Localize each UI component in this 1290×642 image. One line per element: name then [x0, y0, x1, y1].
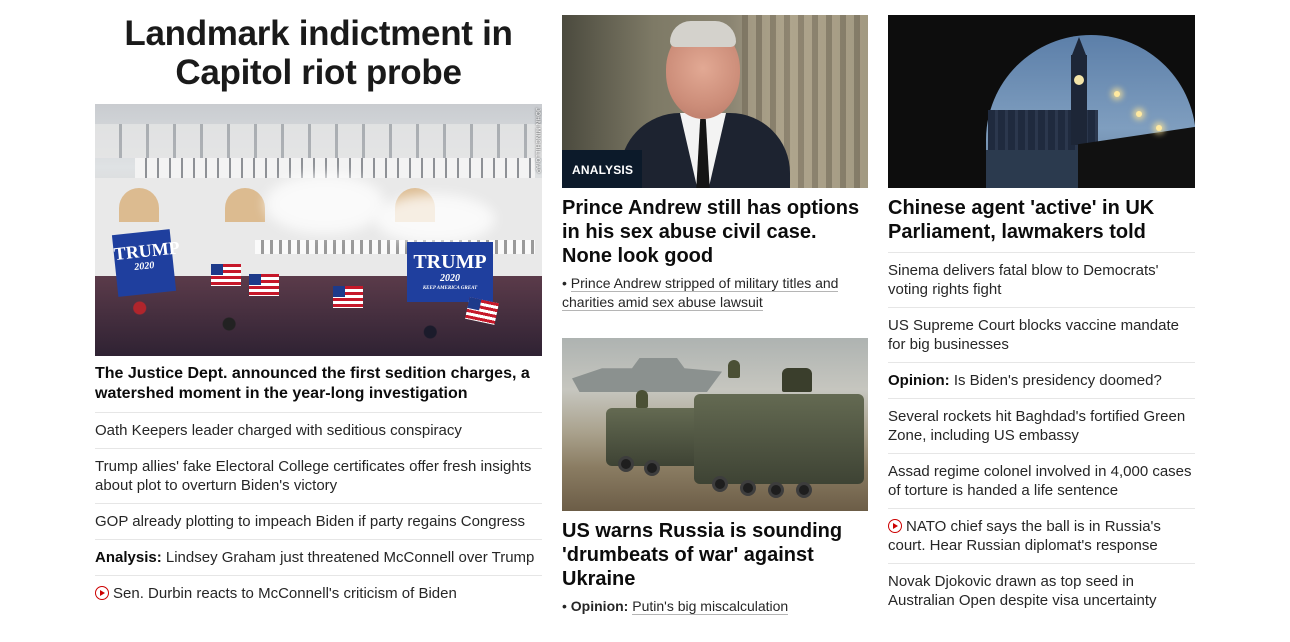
- photo-soldier: [636, 390, 648, 408]
- list-item-prefix: Analysis:: [95, 549, 162, 566]
- list-item-prefix: Opinion:: [888, 372, 950, 389]
- list-item-text[interactable]: Is Biden's presidency doomed?: [954, 372, 1162, 389]
- photo-wheel: [644, 460, 660, 476]
- play-circle-icon: [95, 586, 109, 600]
- us-flag: [333, 286, 363, 308]
- list-item-text[interactable]: Oath Keepers leader charged with seditio…: [95, 422, 462, 439]
- list-item-text[interactable]: Lindsey Graham just threatened McConnell…: [166, 549, 535, 566]
- uk-headline[interactable]: Chinese agent 'active' in UK Parliament,…: [888, 196, 1195, 253]
- play-circle-icon: [888, 519, 902, 533]
- list-item-text[interactable]: Sen. Durbin reacts to McConnell's critic…: [113, 585, 457, 602]
- list-item-text[interactable]: GOP already plotting to impeach Biden if…: [95, 513, 525, 530]
- photo-clock: [1074, 75, 1084, 85]
- photo-lamp: [1136, 111, 1142, 117]
- analysis-badge: ANALYSIS: [562, 150, 643, 188]
- photo-big-ben: [1071, 37, 1087, 145]
- photo-wheel: [796, 482, 812, 498]
- us-flag: [211, 264, 241, 286]
- photo-smoke: [265, 174, 385, 234]
- flag-year: 2020: [440, 273, 460, 284]
- lead-headline[interactable]: Landmark indictment in Capitol riot prob…: [95, 14, 542, 92]
- capitol-riot-photo[interactable]: TRUMP 2020 TRUMP 2020 KEEP AMERICA GREAT…: [95, 104, 542, 356]
- list-item[interactable]: Sinema delivers fatal blow to Democrats'…: [888, 253, 1195, 308]
- russia-related-link[interactable]: Putin's big miscalculation: [632, 598, 789, 615]
- photo-turret: [782, 368, 812, 392]
- photo-apc: [694, 394, 864, 484]
- photo-arch: [225, 188, 265, 222]
- list-item-text[interactable]: US Supreme Court blocks vaccine mandate …: [888, 317, 1179, 353]
- armoured-vehicles-photo[interactable]: [562, 338, 868, 511]
- prince-andrew-photo[interactable]: ANALYSIS: [562, 15, 868, 188]
- andrew-related-link[interactable]: Prince Andrew stripped of military title…: [562, 275, 839, 311]
- russia-headline[interactable]: US warns Russia is sounding 'drumbeats o…: [562, 519, 868, 591]
- us-flag: [249, 274, 279, 296]
- list-item[interactable]: NATO chief says the ball is in Russia's …: [888, 509, 1195, 564]
- list-item-text[interactable]: Several rockets hit Baghdad's fortified …: [888, 408, 1185, 444]
- photo-railing: [255, 240, 535, 254]
- trump-flag: TRUMP 2020 KEEP AMERICA GREAT: [407, 242, 493, 302]
- list-item[interactable]: Novak Djokovic drawn as top seed in Aust…: [888, 564, 1195, 618]
- photo-wheel: [768, 482, 784, 498]
- list-item-text[interactable]: Assad regime colonel involved in 4,000 c…: [888, 463, 1192, 499]
- flag-text: TRUMP: [413, 251, 487, 273]
- russia-related[interactable]: • Opinion: Putin's big miscalculation: [562, 597, 868, 616]
- list-item[interactable]: Trump allies' fake Electoral College cer…: [95, 449, 542, 504]
- photo-soldier: [728, 360, 740, 378]
- list-item[interactable]: Several rockets hit Baghdad's fortified …: [888, 399, 1195, 454]
- photo-smoke: [375, 194, 495, 244]
- photo-wheel: [712, 476, 728, 492]
- trump-flag: TRUMP 2020: [111, 229, 181, 297]
- list-item-text[interactable]: NATO chief says the ball is in Russia's …: [888, 518, 1161, 554]
- russia-related-prefix: Opinion:: [570, 598, 629, 614]
- photo-ship: [572, 358, 722, 392]
- photo-arch: [119, 188, 159, 222]
- lead-column: Landmark indictment in Capitol riot prob…: [95, 0, 542, 611]
- flag-slogan: KEEP AMERICA GREAT: [422, 286, 478, 291]
- list-item[interactable]: Sen. Durbin reacts to McConnell's critic…: [95, 576, 542, 611]
- right-column: Chinese agent 'active' in UK Parliament,…: [888, 0, 1195, 618]
- lead-headline-link[interactable]: Landmark indictment in Capitol riot prob…: [124, 14, 512, 92]
- list-item-text[interactable]: Novak Djokovic drawn as top seed in Aust…: [888, 573, 1156, 609]
- photo-wheel: [618, 456, 634, 472]
- list-item[interactable]: Analysis: Lindsey Graham just threatened…: [95, 540, 542, 576]
- photo-lamp: [1114, 91, 1120, 97]
- list-item[interactable]: GOP already plotting to impeach Biden if…: [95, 504, 542, 540]
- right-headline-list: Sinema delivers fatal blow to Democrats'…: [888, 253, 1195, 618]
- middle-column: ANALYSIS Prince Andrew still has options…: [562, 0, 868, 616]
- photo-credit: JOHN MINCHILLO/AP: [534, 108, 540, 174]
- andrew-headline[interactable]: Prince Andrew still has options in his s…: [562, 196, 868, 268]
- list-item[interactable]: Oath Keepers leader charged with seditio…: [95, 413, 542, 449]
- photo-lamp: [1156, 125, 1162, 131]
- list-item[interactable]: Assad regime colonel involved in 4,000 c…: [888, 454, 1195, 509]
- photo-capitol-steps: [95, 124, 542, 158]
- list-item-text[interactable]: Sinema delivers fatal blow to Democrats'…: [888, 262, 1158, 298]
- photo-hair: [670, 21, 736, 47]
- lead-related-list: Oath Keepers leader charged with seditio…: [95, 413, 542, 611]
- photo-wheel: [740, 480, 756, 496]
- list-item-text[interactable]: Trump allies' fake Electoral College cer…: [95, 458, 531, 494]
- lead-subheadline[interactable]: The Justice Dept. announced the first se…: [95, 364, 542, 413]
- westminster-photo[interactable]: [888, 15, 1195, 188]
- list-item[interactable]: Opinion: Is Biden's presidency doomed?: [888, 363, 1195, 399]
- list-item[interactable]: US Supreme Court blocks vaccine mandate …: [888, 308, 1195, 363]
- andrew-related[interactable]: • Prince Andrew stripped of military tit…: [562, 274, 868, 312]
